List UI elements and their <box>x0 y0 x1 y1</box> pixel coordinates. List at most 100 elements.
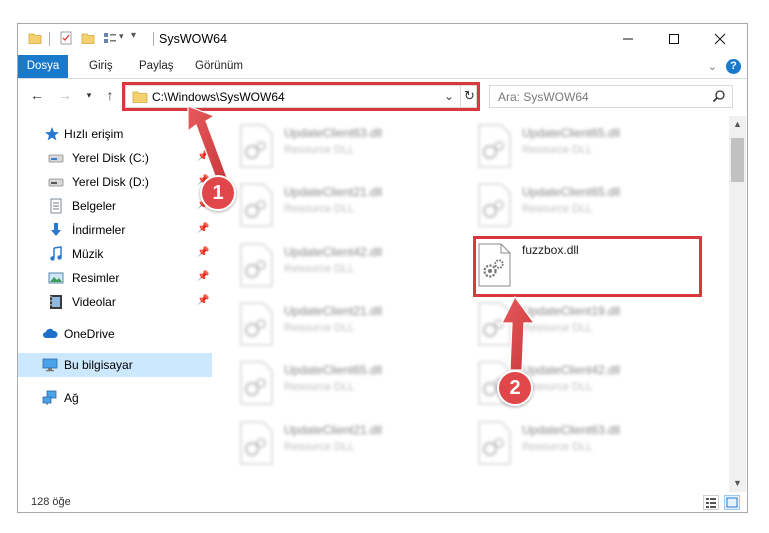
file-item[interactable]: UpdateClient65.dll Resource DLL <box>456 179 686 231</box>
dll-file-icon <box>240 421 273 465</box>
search-icon[interactable] <box>712 89 726 103</box>
nav-label: Resimler <box>72 271 120 285</box>
file-item[interactable]: UpdateClient21.dll Resource DLL <box>218 417 448 469</box>
nav-item-downloads[interactable]: İndirmeler 📌 <box>18 218 212 242</box>
file-name: UpdateClient63.dll <box>284 126 383 140</box>
music-icon <box>50 246 62 261</box>
pin-icon: 📌 <box>197 223 210 234</box>
recent-locations-icon[interactable]: ▾ <box>80 90 98 101</box>
nav-label: İndirmeler <box>72 223 126 237</box>
tab-home[interactable]: Giriş <box>89 55 113 78</box>
scrollbar-thumb[interactable] <box>731 138 744 182</box>
nav-item-network[interactable]: Ağ <box>18 386 212 410</box>
nav-label: Yerel Disk (C:) <box>72 151 149 165</box>
back-arrow-icon[interactable]: ← <box>28 87 46 103</box>
file-item[interactable]: UpdateClient63.dll Resource DLL <box>456 417 686 469</box>
ribbon-tabs: Dosya Giriş Paylaş Görünüm ⌄ ? <box>18 55 747 79</box>
dll-file-icon <box>240 243 273 287</box>
nav-item-videos[interactable]: Videolar 📌 <box>18 290 212 314</box>
nav-item-quick-access[interactable]: Hızlı erişim <box>18 122 212 146</box>
minimize-button[interactable] <box>605 24 651 54</box>
videos-icon <box>50 295 62 309</box>
nav-label: OneDrive <box>64 327 115 341</box>
vertical-scrollbar[interactable]: ▲ ▼ <box>729 116 746 492</box>
dll-file-icon <box>478 183 511 227</box>
file-item[interactable]: UpdateClient63.dll Resource DLL <box>218 120 448 172</box>
nav-item-local-disk-c[interactable]: Yerel Disk (C:) 📌 <box>18 146 212 170</box>
nav-label: Hızlı erişim <box>64 127 124 141</box>
nav-item-documents[interactable]: Belgeler 📌 <box>18 194 212 218</box>
nav-item-music[interactable]: Müzik 📌 <box>18 242 212 266</box>
file-item[interactable]: UpdateClient42.dll Resource DLL <box>218 239 448 291</box>
title-separator <box>49 32 50 46</box>
documents-icon <box>50 198 62 214</box>
address-bar-highlight <box>122 82 480 111</box>
nav-item-onedrive[interactable]: OneDrive <box>18 322 212 346</box>
up-arrow-icon[interactable]: ↑ <box>101 87 119 103</box>
file-type: Resource DLL <box>284 263 355 275</box>
dll-file-icon <box>240 124 273 168</box>
file-type: Resource DLL <box>284 441 355 453</box>
large-icons-glyph <box>726 497 738 508</box>
file-type: Resource DLL <box>522 441 593 453</box>
file-name: UpdateClient42.dll <box>284 245 383 259</box>
file-name: UpdateClient65.dll <box>522 126 621 140</box>
file-type: Resource DLL <box>522 203 593 215</box>
dll-file-icon <box>478 421 511 465</box>
file-name: UpdateClient21.dll <box>284 304 383 318</box>
minimize-icon <box>623 38 633 40</box>
file-name: UpdateClient65.dll <box>522 185 621 199</box>
window-title: SysWOW64 <box>159 32 228 46</box>
qa-dropdown-icon[interactable]: ▾ <box>119 31 124 42</box>
file-name: UpdateClient65.dll <box>284 363 383 377</box>
maximize-button[interactable] <box>651 24 697 54</box>
expand-ribbon-icon[interactable]: ⌄ <box>708 60 717 73</box>
details-view-icon[interactable] <box>703 495 719 510</box>
dll-file-icon <box>240 302 273 346</box>
large-icons-view-icon[interactable] <box>724 495 740 510</box>
nav-label: Belgeler <box>72 199 117 213</box>
file-item[interactable]: UpdateClient19.dll Resource DLL <box>456 298 686 350</box>
file-item[interactable]: UpdateClient42.dll Resource DLL <box>456 357 686 409</box>
new-folder-icon[interactable] <box>81 31 95 45</box>
file-highlight <box>473 236 702 297</box>
folder-icon <box>28 33 42 44</box>
tab-file[interactable]: Dosya <box>18 55 68 78</box>
download-icon <box>51 223 61 236</box>
qa-customize-icon[interactable]: ▾ <box>131 30 136 41</box>
file-type: Resource DLL <box>284 203 355 215</box>
pin-icon: 📌 <box>197 247 210 258</box>
file-name: UpdateClient21.dll <box>284 423 383 437</box>
scroll-down-icon[interactable]: ▼ <box>729 475 746 492</box>
properties-icon[interactable] <box>59 31 73 45</box>
pictures-icon <box>48 272 64 284</box>
search-placeholder: Ara: SysWOW64 <box>498 90 589 104</box>
close-button[interactable] <box>697 24 743 54</box>
forward-arrow-icon[interactable]: → <box>56 87 74 103</box>
file-item[interactable]: UpdateClient21.dll Resource DLL <box>218 298 448 350</box>
tab-view[interactable]: Görünüm <box>195 55 243 78</box>
file-list: UpdateClient63.dll Resource DLL UpdateCl… <box>218 116 728 492</box>
view-options-icon[interactable] <box>103 31 117 45</box>
dll-file-icon <box>240 361 273 405</box>
drive-icon <box>48 154 64 163</box>
file-item[interactable]: UpdateClient65.dll Resource DLL <box>218 357 448 409</box>
help-icon[interactable]: ? <box>726 59 741 74</box>
drive-icon <box>48 178 64 187</box>
nav-item-this-pc[interactable]: Bu bilgisayar <box>18 353 212 377</box>
file-item[interactable]: UpdateClient21.dll Resource DLL <box>218 179 448 231</box>
scroll-up-icon[interactable]: ▲ <box>729 116 746 133</box>
file-item[interactable]: UpdateClient65.dll Resource DLL <box>456 120 686 172</box>
nav-label: Bu bilgisayar <box>64 358 133 372</box>
search-input[interactable]: Ara: SysWOW64 <box>489 85 733 108</box>
file-type: Resource DLL <box>284 381 355 393</box>
nav-item-local-disk-d[interactable]: Yerel Disk (D:) 📌 <box>18 170 212 194</box>
nav-item-pictures[interactable]: Resimler 📌 <box>18 266 212 290</box>
dll-file-icon <box>240 183 273 227</box>
file-type: Resource DLL <box>522 144 593 156</box>
title-bar: ▾ ▾ SysWOW64 <box>18 24 747 54</box>
status-bar: 128 öğe <box>18 492 747 512</box>
pin-icon: 📌 <box>197 151 210 162</box>
dll-file-icon <box>478 124 511 168</box>
tab-share[interactable]: Paylaş <box>139 55 174 78</box>
